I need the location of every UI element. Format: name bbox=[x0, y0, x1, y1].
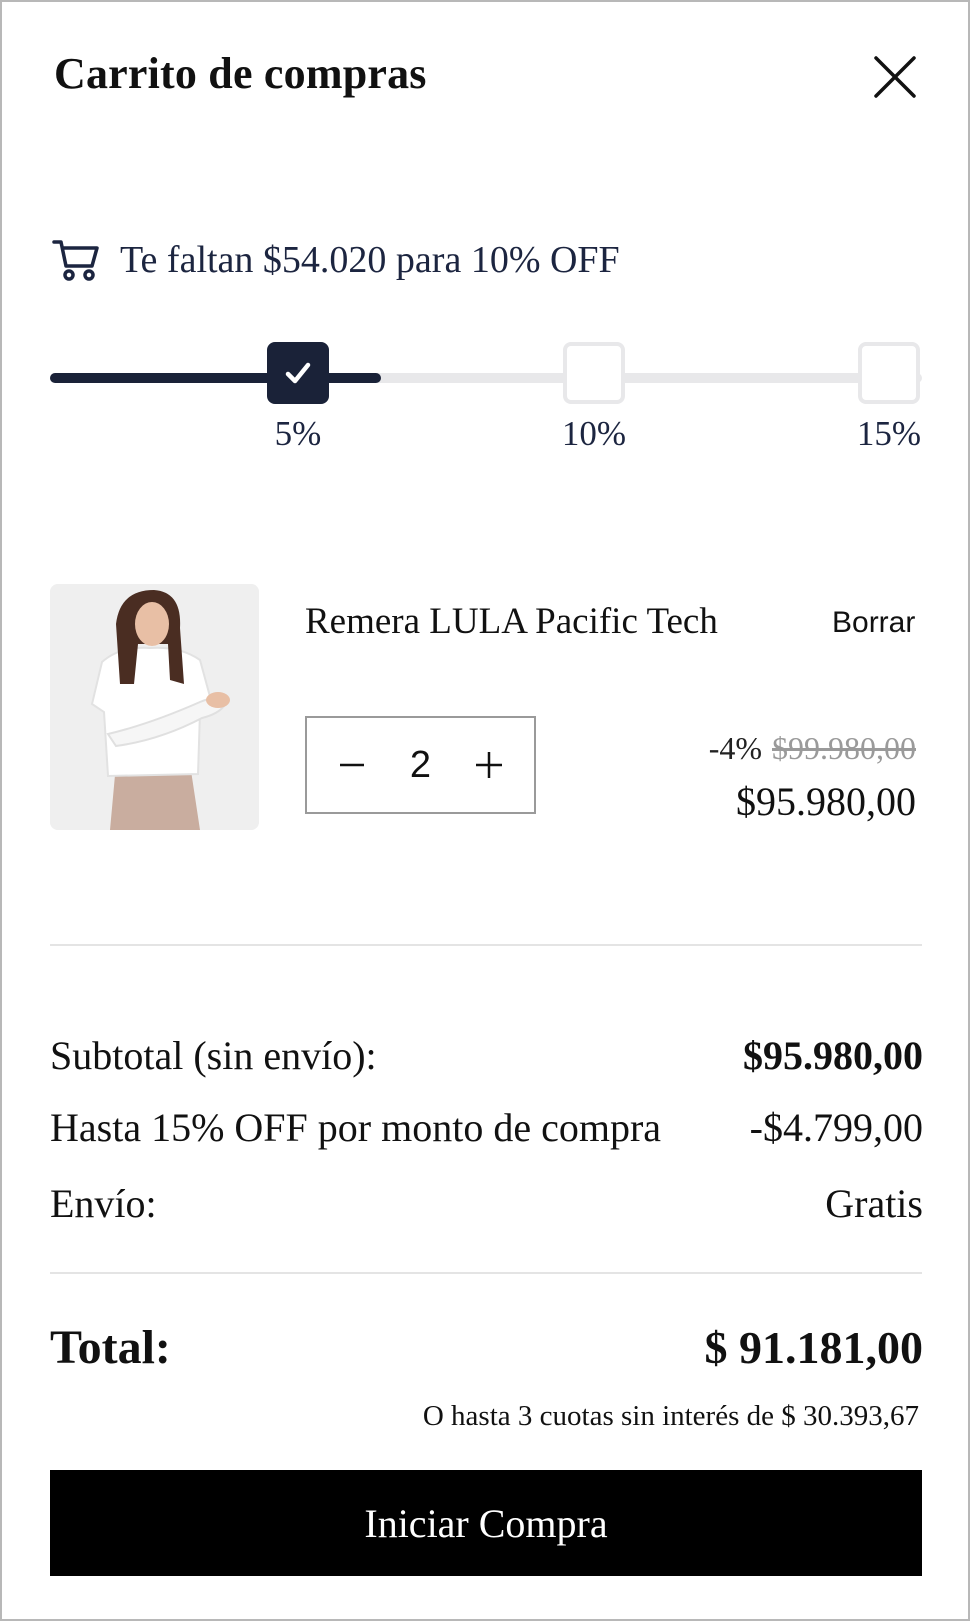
discount-label: Hasta 15% OFF por monto de compra bbox=[50, 1105, 662, 1150]
checkout-button[interactable]: Iniciar Compra bbox=[50, 1470, 922, 1576]
close-button[interactable] bbox=[870, 52, 920, 102]
quantity-stepper: 2 bbox=[305, 716, 536, 814]
subtotal-row: Subtotal (sin envío): $95.980,00 bbox=[50, 1032, 923, 1079]
cart-drawer: Carrito de compras Te faltan $54.020 par… bbox=[0, 0, 970, 1621]
item-price: $95.980,00 bbox=[736, 779, 916, 824]
decrease-button[interactable] bbox=[337, 750, 367, 780]
shipping-label: Envío: bbox=[50, 1181, 157, 1226]
subtotal-value: $95.980,00 bbox=[743, 1033, 923, 1078]
product-name[interactable]: Remera LULA Pacific Tech bbox=[305, 600, 718, 643]
product-photo bbox=[50, 584, 259, 830]
discount-promo: Te faltan $54.020 para 10% OFF bbox=[52, 238, 620, 282]
discount-value: -$4.799,00 bbox=[749, 1105, 923, 1150]
item-discount: -4% $99.980,00 bbox=[709, 730, 916, 767]
discount-percent: -4% bbox=[708, 730, 762, 766]
cart-icon bbox=[52, 240, 99, 281]
check-icon bbox=[285, 362, 311, 384]
cart-title: Carrito de compras bbox=[54, 49, 427, 98]
promo-text: Te faltan $54.020 para 10% OFF bbox=[120, 239, 620, 281]
progress-fill bbox=[50, 373, 382, 383]
tier-label-15: 15% bbox=[856, 414, 922, 453]
divider bbox=[50, 1272, 922, 1274]
discount-progress: 5% 10% 15% bbox=[50, 342, 922, 462]
tier-10-checkbox[interactable] bbox=[563, 342, 625, 404]
subtotal-label: Subtotal (sin envío): bbox=[50, 1033, 377, 1078]
divider bbox=[50, 944, 922, 946]
tier-15-checkbox[interactable] bbox=[858, 342, 920, 404]
total-row: Total: $ 91.181,00 bbox=[50, 1320, 923, 1375]
product-image[interactable] bbox=[50, 584, 259, 830]
increase-button[interactable] bbox=[474, 750, 504, 780]
tier-label-10: 10% bbox=[561, 414, 627, 453]
tier-label-5: 5% bbox=[274, 414, 322, 453]
delete-button[interactable]: Borrar bbox=[832, 606, 915, 640]
discount-row: Hasta 15% OFF por monto de compra -$4.79… bbox=[50, 1104, 923, 1151]
total-value: $ 91.181,00 bbox=[704, 1322, 924, 1373]
shipping-row: Envío: Gratis bbox=[50, 1180, 923, 1227]
plus-icon bbox=[475, 752, 502, 778]
installments-text: O hasta 3 cuotas sin interés de $ 30.393… bbox=[422, 1400, 919, 1432]
minus-icon bbox=[340, 763, 364, 767]
tier-5-checkbox[interactable] bbox=[267, 342, 329, 404]
close-icon bbox=[874, 56, 916, 98]
quantity-value[interactable]: 2 bbox=[410, 744, 431, 787]
shipping-value: Gratis bbox=[825, 1181, 923, 1226]
original-price: $99.980,00 bbox=[772, 730, 916, 766]
total-label: Total: bbox=[50, 1321, 171, 1374]
